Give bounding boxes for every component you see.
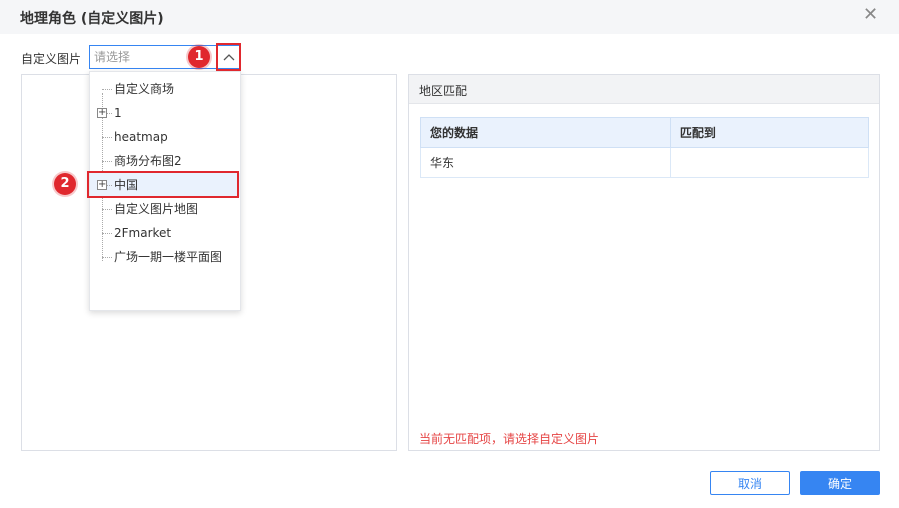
tree-item[interactable]: 2Fmarket — [90, 221, 240, 245]
tree-item-label: 广场一期一楼平面图 — [114, 250, 223, 264]
tree-item-label: 自定义图片地图 — [114, 202, 199, 216]
table-cell-data: 华东 — [420, 147, 671, 178]
region-match-title: 地区匹配 — [419, 84, 468, 98]
dialog-titlebar: 地理角色 (自定义图片) ✕ — [0, 0, 899, 34]
region-match-panel: 地区匹配 您的数据 匹配到 华东 当前无匹配项，请选择自定义图片 — [408, 74, 880, 451]
no-match-warning: 当前无匹配项，请选择自定义图片 — [419, 432, 600, 446]
tree-item-label: 2Fmarket — [114, 226, 172, 240]
tree-item-label: 商场分布图2 — [114, 154, 182, 168]
confirm-button[interactable]: 确定 — [800, 471, 880, 495]
column-header-match-to: 匹配到 — [669, 117, 870, 148]
table-row: 华东 — [420, 147, 870, 178]
tree-item-label: 自定义商场 — [114, 82, 175, 96]
custom-image-label: 自定义图片 — [21, 52, 82, 66]
callout-badge-2: 2 — [54, 173, 76, 195]
tree-item-selected[interactable]: + 中国 — [90, 173, 240, 197]
tree-item[interactable]: 自定义商场 — [90, 77, 240, 101]
table-cell-match[interactable] — [669, 147, 870, 178]
tree-item[interactable]: 自定义图片地图 — [90, 197, 240, 221]
tree-item-label: 1 — [114, 106, 122, 120]
column-header-your-data: 您的数据 — [420, 117, 671, 148]
tree-item-label: 中国 — [114, 178, 139, 192]
image-tree: 自定义商场 + 1 heatmap 商场分布图2 + 中国 自定义图片地图 2F… — [90, 77, 240, 269]
tree-item[interactable]: + 1 — [90, 101, 240, 125]
region-match-header: 地区匹配 — [409, 75, 879, 104]
tree-item-label: heatmap — [114, 130, 168, 144]
chevron-up-icon[interactable] — [218, 45, 240, 69]
dialog-title: 地理角色 (自定义图片) — [20, 11, 164, 27]
expand-plus-icon[interactable]: + — [97, 180, 107, 190]
image-dropdown: 自定义商场 + 1 heatmap 商场分布图2 + 中国 自定义图片地图 2F… — [89, 71, 241, 311]
callout-badge-1: 1 — [188, 46, 210, 68]
tree-item[interactable]: 商场分布图2 — [90, 149, 240, 173]
close-icon[interactable]: ✕ — [863, 6, 878, 24]
tree-item[interactable]: 广场一期一楼平面图 — [90, 245, 240, 269]
tree-item[interactable]: heatmap — [90, 125, 240, 149]
expand-plus-icon[interactable]: + — [97, 108, 107, 118]
cancel-button[interactable]: 取消 — [710, 471, 790, 495]
region-match-table: 您的数据 匹配到 华东 — [420, 117, 870, 178]
